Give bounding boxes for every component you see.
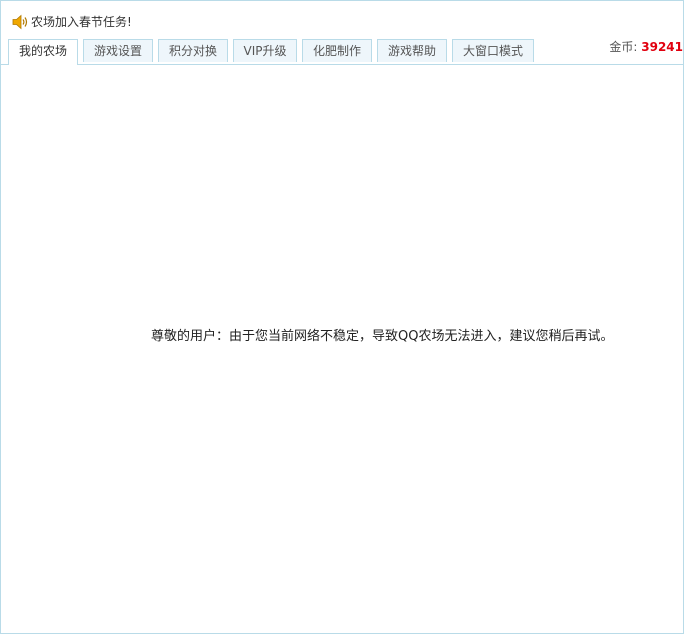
tab-my-farm[interactable]: 我的农场 (8, 39, 78, 65)
gold-display: 金币: 39241 (609, 39, 683, 55)
network-error-message: 尊敬的用户：由于您当前网络不稳定，导致QQ农场无法进入，建议您稍后再试。 (151, 329, 614, 344)
tab-bar: 我的农场 游戏设置 积分对换 VIP升级 化肥制作 游戏帮助 大窗口模式 (1, 39, 683, 65)
tab-points-exchange[interactable]: 积分对换 (158, 39, 228, 62)
farm-window: 农场加入春节任务! 我的农场 游戏设置 积分对换 VIP升级 化肥制作 游戏帮助… (0, 0, 684, 634)
tab-fertilizer-making[interactable]: 化肥制作 (302, 39, 372, 62)
tab-vip-upgrade[interactable]: VIP升级 (233, 39, 297, 62)
tab-game-settings[interactable]: 游戏设置 (83, 39, 153, 62)
speaker-icon (12, 14, 29, 30)
gold-label: 金币: (609, 40, 638, 54)
announcement-text[interactable]: 农场加入春节任务! (31, 13, 132, 31)
tab-large-window-mode[interactable]: 大窗口模式 (452, 39, 534, 62)
announcement-bar[interactable]: 农场加入春节任务! (12, 13, 132, 31)
gold-value: 39241 (641, 40, 683, 54)
tab-game-help[interactable]: 游戏帮助 (377, 39, 447, 62)
